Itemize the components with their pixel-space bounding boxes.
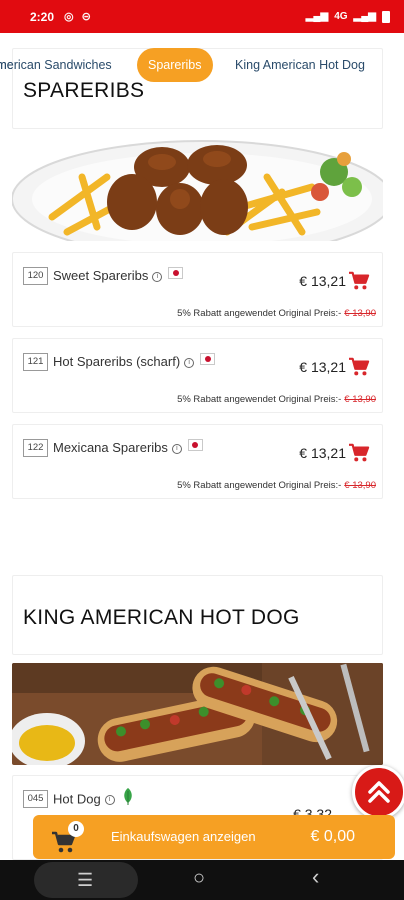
list-item[interactable]: 121 Hot Spareribs (scharf) i € 13,21 5% R…: [12, 338, 383, 413]
shopping-cart-icon[interactable]: [348, 443, 370, 463]
japan-flag-icon: [200, 352, 216, 365]
item-price: € 13,21: [299, 273, 346, 289]
original-price: € 13,90: [344, 394, 376, 405]
network-label: 4G: [334, 11, 348, 22]
item-number: 120: [23, 267, 48, 285]
item-name-row: Mexicana Spareribs i: [53, 438, 203, 455]
leaf-icon: [124, 788, 133, 805]
cart-label: Einkaufswagen anzeigen: [111, 829, 256, 844]
item-name[interactable]: Mexicana Spareribs: [53, 440, 168, 455]
item-name[interactable]: Hot Dog: [53, 791, 101, 806]
category-nav-overlay: American Sandwiches Spareribs King Ameri…: [0, 48, 404, 84]
scroll-to-top-button[interactable]: [352, 765, 404, 819]
spareribs-image: [12, 137, 383, 241]
signal-icon: ▂▄▆: [305, 11, 329, 22]
list-item[interactable]: 120 Sweet Spareribs i € 13,21 5% Rabatt a…: [12, 252, 383, 327]
home-circle-icon[interactable]: ○: [193, 868, 205, 888]
japan-flag-icon: [168, 266, 184, 279]
info-icon[interactable]: i: [171, 443, 182, 454]
app-notification-icon: ⊝: [81, 11, 91, 23]
cart-total: € 0,00: [310, 828, 355, 845]
menu-icon[interactable]: ☰: [77, 870, 93, 890]
category-tab-spareribs-label[interactable]: Spareribs: [137, 48, 213, 82]
discount-note: 5% Rabatt angewendet Original Preis:- € 1…: [177, 480, 376, 491]
signal-bars-icon: ▂▄▆: [353, 11, 376, 22]
info-icon[interactable]: i: [184, 357, 195, 368]
item-price: € 13,21: [299, 359, 346, 375]
notification-icon: ◎: [64, 11, 74, 23]
item-name-row: Hot Dog i: [53, 788, 134, 809]
list-item[interactable]: 122 Mexicana Spareribs i € 13,21 5% Rabat…: [12, 424, 383, 499]
item-name[interactable]: Sweet Spareribs: [53, 268, 148, 283]
shopping-cart-icon[interactable]: [348, 357, 370, 377]
view-cart-bar[interactable]: 0 Einkaufswagen anzeigen € 0,00: [33, 815, 395, 859]
japan-flag-icon: [187, 438, 203, 451]
status-bar: 2:20 ◎ ⊝ ▂▄▆ 4G ▂▄▆: [0, 0, 404, 33]
info-icon[interactable]: i: [152, 271, 163, 282]
original-price: € 13,90: [344, 480, 376, 491]
battery-icon: [382, 10, 390, 23]
shopping-cart-icon[interactable]: [348, 271, 370, 291]
discount-text: 5% Rabatt angewendet Original Preis:-: [177, 480, 342, 491]
status-right: ▂▄▆ 4G ▂▄▆: [305, 10, 390, 23]
back-chevron-icon[interactable]: ‹: [312, 866, 319, 888]
discount-note: 5% Rabatt angewendet Original Preis:- € 1…: [177, 394, 376, 405]
system-nav-bar: ☰ ○ ‹: [0, 860, 404, 900]
item-name[interactable]: Hot Spareribs (scharf): [53, 354, 180, 369]
category-tab-american-sandwiches-label[interactable]: American Sandwiches: [0, 48, 112, 82]
discount-text: 5% Rabatt angewendet Original Preis:-: [177, 308, 342, 319]
status-time: 2:20: [30, 9, 55, 24]
item-name-row: Sweet Spareribs i: [53, 266, 184, 283]
section-title: KING AMERICAN HOT DOG: [23, 606, 300, 629]
hot-dog-image: [12, 663, 383, 765]
discount-note: 5% Rabatt angewendet Original Preis:- € 1…: [177, 308, 376, 319]
item-number: 121: [23, 353, 48, 371]
double-chevron-up-icon: [368, 781, 390, 803]
original-price: € 13,90: [344, 308, 376, 319]
item-number: 045: [23, 790, 48, 808]
category-tab-king-american-hot-dog-label[interactable]: King American Hot Dog: [235, 48, 365, 82]
item-name-row: Hot Spareribs (scharf) i: [53, 352, 216, 369]
discount-text: 5% Rabatt angewendet Original Preis:-: [177, 394, 342, 405]
section-header-hot-dog: KING AMERICAN HOT DOG: [12, 575, 383, 655]
item-number: 122: [23, 439, 48, 457]
info-icon[interactable]: i: [104, 795, 115, 805]
cart-count-badge: 0: [68, 821, 84, 837]
item-price: € 13,21: [299, 445, 346, 461]
